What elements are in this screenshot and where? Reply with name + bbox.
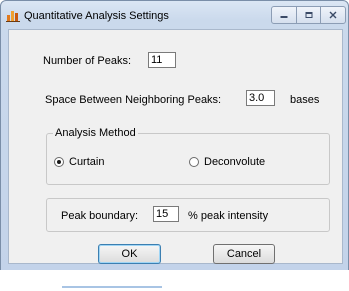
peak-boundary-input[interactable]: 15 [153, 206, 179, 222]
peak-spacing-label: Space Between Neighboring Peaks: [45, 94, 222, 106]
window-controls [271, 6, 346, 24]
radio-curtain-label: Curtain [69, 156, 105, 168]
peak-spacing-unit: bases [290, 94, 320, 106]
minimize-button[interactable] [272, 7, 297, 23]
background-area [0, 270, 349, 291]
ok-button[interactable]: OK [98, 244, 161, 264]
peak-boundary-label: Peak boundary: [61, 210, 139, 222]
number-of-peaks-label: Number of Peaks: [43, 55, 132, 67]
radio-unselected-icon [189, 157, 199, 167]
maximize-icon [305, 12, 312, 18]
analysis-method-group: Analysis Method Curtain Deconvolute [46, 127, 330, 185]
analysis-method-title: Analysis Method [53, 127, 138, 139]
radio-deconvolute[interactable]: Deconvolute [189, 156, 265, 168]
chart-app-icon [6, 8, 20, 22]
dialog-client-area: Number of Peaks: 11 Space Between Neighb… [8, 29, 343, 264]
title-bar[interactable]: Quantitative Analysis Settings [1, 1, 348, 29]
radio-deconvolute-label: Deconvolute [204, 156, 266, 168]
radio-selected-icon [54, 157, 64, 167]
peak-boundary-frame: Peak boundary: 15 % peak intensity [46, 198, 330, 232]
minimize-icon [280, 16, 288, 18]
maximize-button[interactable] [297, 7, 322, 23]
close-button[interactable] [321, 7, 345, 23]
close-icon [329, 11, 337, 19]
peak-boundary-unit: % peak intensity [188, 210, 269, 222]
radio-curtain[interactable]: Curtain [54, 156, 104, 168]
number-of-peaks-input[interactable]: 11 [148, 52, 176, 68]
background-strip [62, 286, 162, 288]
cancel-button[interactable]: Cancel [213, 244, 275, 264]
window-title: Quantitative Analysis Settings [24, 10, 169, 22]
peak-spacing-input[interactable]: 3.0 [246, 90, 275, 106]
dialog-window: Quantitative Analysis Settings Number of… [0, 0, 349, 271]
